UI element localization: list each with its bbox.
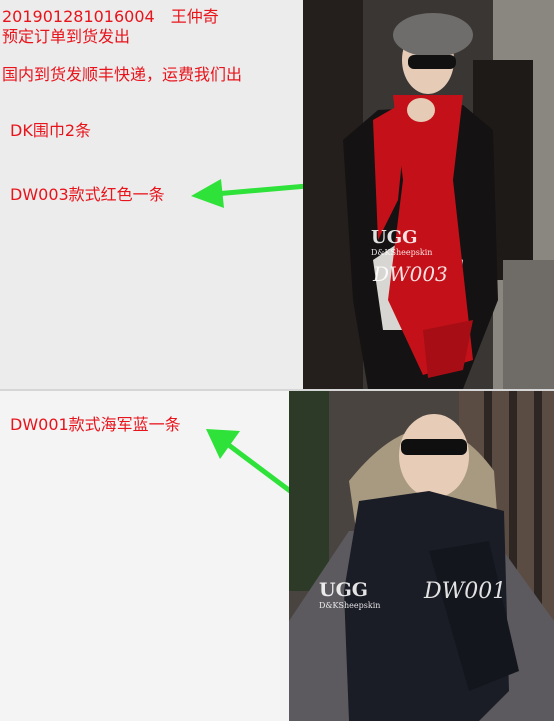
watermark-bottom: UGG D&KSheepskin — [319, 579, 380, 610]
top-panel: 201901281016004 王仲奇 预定订单到货发出 国内到货发顺丰快递，运… — [0, 0, 554, 390]
watermark-top: UGG D&KSheepskin — [371, 227, 432, 257]
watermark-brand: UGG — [371, 227, 418, 248]
shipping-note: 国内到货发顺丰快递，运费我们出 — [2, 65, 243, 84]
watermark-brand-2: UGG — [319, 579, 369, 601]
item-label-dw003: DW003款式红色一条 — [10, 185, 165, 204]
watermark-code-dw003: DW003 — [373, 262, 448, 286]
item-label-dw001: DW001款式海军蓝一条 — [10, 415, 181, 434]
product-photo-navy-scarf: UGG D&KSheepskin DW001 — [289, 391, 554, 721]
bottom-panel: DW001款式海军蓝一条 UGG D&KSheepskin DW001 — [0, 391, 554, 721]
watermark-sub: D&KSheepskin — [371, 248, 433, 257]
order-number-name: 201901281016004 王仲奇 — [2, 7, 219, 26]
watermark-code-dw001: DW001 — [424, 579, 507, 604]
order-summary: DK围巾2条 — [10, 121, 91, 140]
preorder-note: 预定订单到货发出 — [2, 27, 131, 46]
product-photo-red-scarf: UGG D&KSheepskin DW003 — [303, 0, 554, 389]
watermark-sub-2: D&KSheepskin — [319, 601, 381, 610]
